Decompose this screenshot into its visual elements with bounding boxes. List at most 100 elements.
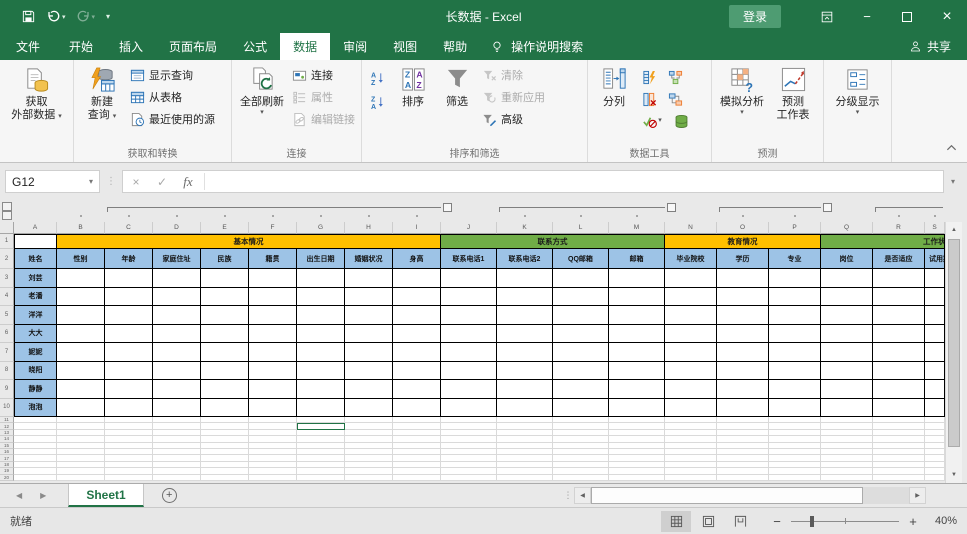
relationships-button[interactable] bbox=[663, 89, 687, 109]
column-letter-H[interactable]: H bbox=[345, 222, 393, 234]
cell[interactable] bbox=[609, 306, 665, 325]
zoom-slider-thumb[interactable] bbox=[810, 516, 814, 527]
sort-ascending-button[interactable]: AZ bbox=[365, 68, 389, 88]
cell[interactable] bbox=[153, 362, 201, 381]
row-header[interactable]: 3 bbox=[0, 269, 14, 288]
cell[interactable] bbox=[441, 380, 497, 399]
column-header-cell[interactable]: 邮箱 bbox=[609, 249, 665, 269]
cell[interactable] bbox=[57, 306, 105, 325]
ribbon-tab-5[interactable]: 公式 bbox=[230, 33, 280, 60]
column-header-cell[interactable]: 岗位 bbox=[821, 249, 873, 269]
text-to-columns-button[interactable]: 分列 bbox=[591, 62, 637, 142]
ribbon-tab-4[interactable]: 页面布局 bbox=[156, 33, 230, 60]
column-letter-A[interactable]: A bbox=[14, 222, 57, 234]
cell[interactable] bbox=[665, 325, 717, 344]
cell[interactable] bbox=[497, 362, 553, 381]
previous-sheet-icon[interactable]: ◀ bbox=[16, 491, 22, 500]
column-header-cell[interactable]: 联系电话2 bbox=[497, 249, 553, 269]
group-header-cell[interactable] bbox=[14, 234, 57, 249]
row-header[interactable]: 5 bbox=[0, 306, 14, 325]
cell[interactable] bbox=[345, 288, 393, 307]
cell[interactable] bbox=[201, 306, 249, 325]
page-break-preview-button[interactable] bbox=[725, 511, 755, 532]
cell[interactable] bbox=[393, 325, 441, 344]
expand-formula-bar-button[interactable]: ▾ bbox=[944, 177, 962, 186]
column-header-cell[interactable]: 毕业院校 bbox=[665, 249, 717, 269]
cell[interactable] bbox=[249, 288, 297, 307]
column-header-cell[interactable]: 出生日期 bbox=[297, 249, 345, 269]
column-header-cell[interactable]: QQ邮箱 bbox=[553, 249, 609, 269]
data-validation-button[interactable]: ▾ bbox=[637, 111, 667, 131]
cell[interactable] bbox=[925, 362, 945, 381]
cell[interactable] bbox=[553, 306, 609, 325]
cell[interactable] bbox=[345, 343, 393, 362]
cell[interactable] bbox=[201, 475, 249, 481]
cell[interactable] bbox=[925, 380, 945, 399]
column-letter-Q[interactable]: Q bbox=[821, 222, 873, 234]
cell[interactable] bbox=[717, 475, 769, 481]
row-header[interactable]: 1 bbox=[0, 234, 14, 249]
group-header-cell[interactable]: 联系方式 bbox=[441, 234, 665, 249]
cell[interactable] bbox=[553, 380, 609, 399]
cell[interactable] bbox=[105, 306, 153, 325]
cell[interactable] bbox=[609, 269, 665, 288]
column-letter-M[interactable]: M bbox=[609, 222, 665, 234]
row-header[interactable]: 8 bbox=[0, 362, 14, 381]
ribbon-display-options-button[interactable] bbox=[807, 0, 847, 33]
row-header[interactable]: 20 bbox=[0, 475, 14, 481]
undo-button[interactable]: ▾ bbox=[43, 6, 69, 28]
cell[interactable] bbox=[249, 475, 297, 481]
remove-duplicates-button[interactable] bbox=[637, 89, 661, 109]
sort-descending-button[interactable]: ZA bbox=[365, 92, 389, 112]
outline-collapse-button[interactable] bbox=[667, 203, 676, 212]
column-letter-S[interactable]: S bbox=[925, 222, 945, 234]
cell[interactable] bbox=[153, 475, 201, 481]
outline-collapse-button[interactable] bbox=[823, 203, 832, 212]
row-header[interactable]: 6 bbox=[0, 325, 14, 344]
cell[interactable] bbox=[57, 325, 105, 344]
vertical-scrollbar[interactable]: ▲ ▼ bbox=[945, 222, 962, 483]
cell[interactable] bbox=[105, 399, 153, 418]
cell[interactable] bbox=[201, 288, 249, 307]
cell[interactable] bbox=[925, 269, 945, 288]
row-header[interactable]: 2 bbox=[0, 249, 14, 269]
column-letter-B[interactable]: B bbox=[57, 222, 105, 234]
cell[interactable] bbox=[153, 306, 201, 325]
name-cell[interactable]: 洋洋 bbox=[14, 306, 57, 325]
close-button[interactable]: × bbox=[927, 0, 967, 33]
column-letter-K[interactable]: K bbox=[497, 222, 553, 234]
column-header-cell[interactable]: 性别 bbox=[57, 249, 105, 269]
cell[interactable] bbox=[345, 362, 393, 381]
vertical-scroll-track[interactable] bbox=[946, 448, 962, 467]
cell[interactable] bbox=[873, 475, 925, 481]
maximize-button[interactable] bbox=[887, 0, 927, 33]
cell[interactable] bbox=[769, 475, 821, 481]
formula-bar-handle[interactable]: ⋮ bbox=[106, 176, 116, 187]
column-letter-C[interactable]: C bbox=[105, 222, 153, 234]
cell[interactable] bbox=[153, 288, 201, 307]
cell[interactable] bbox=[153, 343, 201, 362]
ribbon-tab-9[interactable]: 帮助 bbox=[430, 33, 480, 60]
get-external-data-button[interactable]: 获取 外部数据 ▾ bbox=[12, 62, 62, 142]
cell[interactable] bbox=[57, 475, 105, 481]
cell[interactable] bbox=[57, 380, 105, 399]
name-cell[interactable]: 老潘 bbox=[14, 288, 57, 307]
cell[interactable] bbox=[297, 269, 345, 288]
cell[interactable] bbox=[393, 306, 441, 325]
column-header-cell[interactable]: 身高 bbox=[393, 249, 441, 269]
cell[interactable] bbox=[821, 288, 873, 307]
cell[interactable] bbox=[57, 362, 105, 381]
cell[interactable] bbox=[345, 475, 393, 481]
cell[interactable] bbox=[717, 362, 769, 381]
cell[interactable] bbox=[249, 269, 297, 288]
cell[interactable] bbox=[553, 343, 609, 362]
outline-level-button-1[interactable] bbox=[2, 202, 12, 211]
formula-bar[interactable]: × ✓ fx bbox=[122, 170, 944, 193]
cell[interactable] bbox=[297, 288, 345, 307]
cell[interactable] bbox=[345, 325, 393, 344]
cell[interactable] bbox=[441, 288, 497, 307]
new-query-button[interactable]: 新建 查询 ▾ bbox=[77, 62, 127, 142]
cell[interactable] bbox=[665, 306, 717, 325]
cell[interactable] bbox=[665, 362, 717, 381]
cell[interactable] bbox=[249, 399, 297, 418]
